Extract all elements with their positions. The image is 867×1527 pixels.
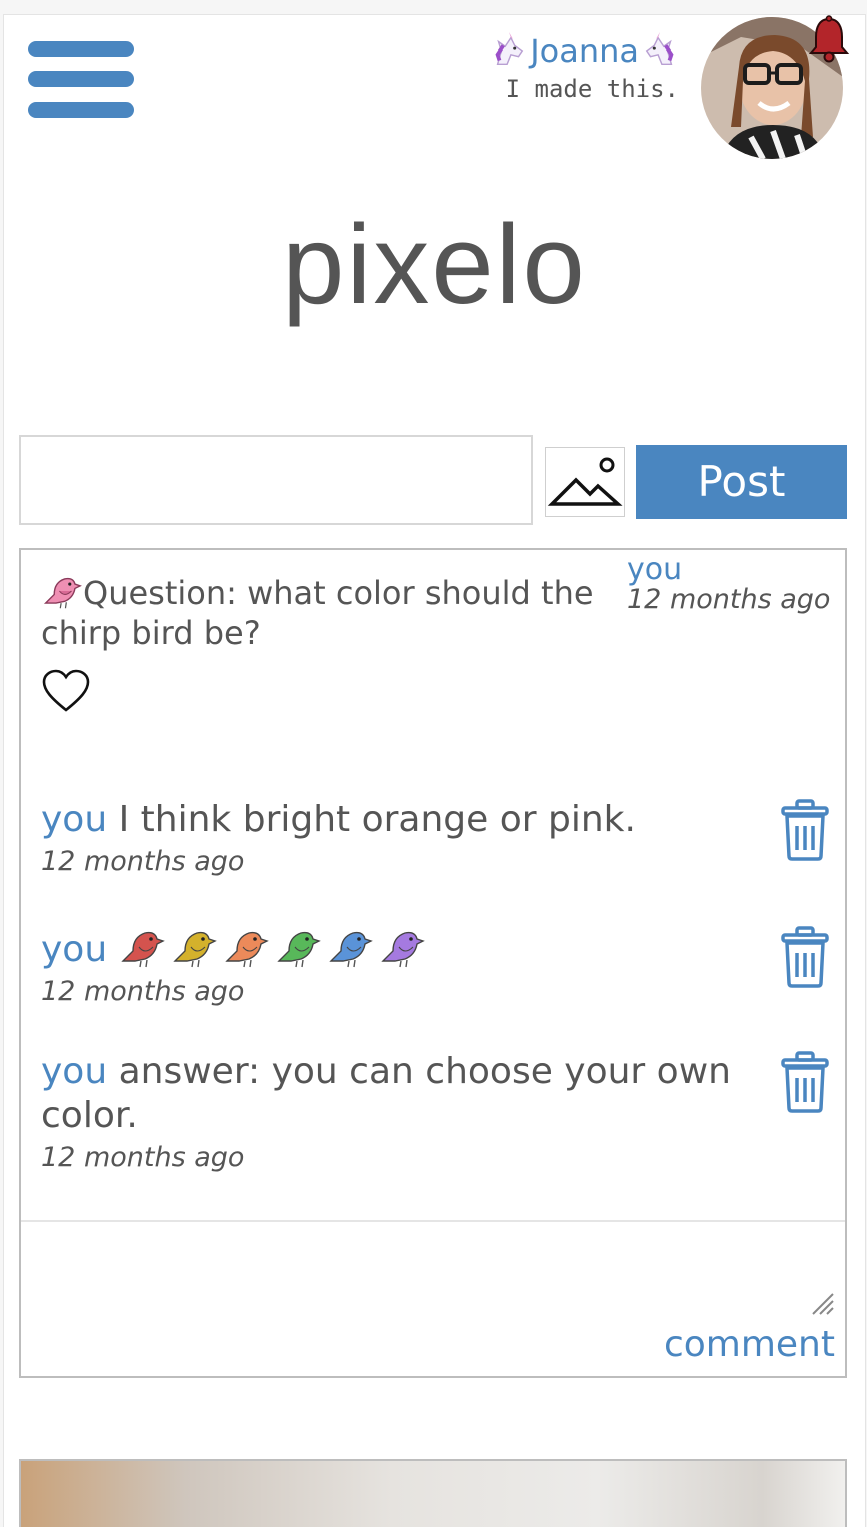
tagline: I made this. bbox=[505, 75, 679, 103]
comment-time: 12 months ago bbox=[41, 1142, 245, 1173]
trash-icon[interactable] bbox=[779, 925, 831, 989]
post-time: 12 months ago bbox=[627, 584, 831, 615]
resize-handle-icon[interactable] bbox=[807, 1288, 835, 1316]
comment-author[interactable]: you bbox=[41, 1051, 107, 1092]
next-post-image bbox=[19, 1459, 847, 1527]
bird-icon bbox=[120, 931, 165, 968]
bird-icon bbox=[328, 931, 373, 968]
app-frame: Joanna I made this. pixelo Post Question… bbox=[3, 14, 866, 1527]
bird-row bbox=[119, 925, 425, 969]
bird-icon bbox=[380, 931, 425, 968]
comment-time: 12 months ago bbox=[41, 976, 245, 1007]
menu-bar bbox=[28, 71, 134, 87]
post-text: Question: what color should the chirp bi… bbox=[41, 572, 601, 653]
post-author[interactable]: you bbox=[627, 552, 682, 587]
post-button[interactable]: Post bbox=[636, 445, 847, 519]
comment-item: you answer: you can choose your own colo… bbox=[41, 1050, 831, 1173]
comment-author[interactable]: you bbox=[41, 799, 107, 840]
comment-text: I think bright orange or pink. bbox=[118, 799, 636, 840]
image-upload-button[interactable] bbox=[545, 447, 625, 517]
comment-item: you I think bright orange or pink. 12 mo… bbox=[41, 798, 831, 877]
post-text-content: Question: what color should the chirp bi… bbox=[41, 574, 594, 652]
unicorn-icon bbox=[645, 32, 674, 66]
menu-bar bbox=[28, 102, 134, 118]
notification-bell-icon[interactable] bbox=[807, 15, 851, 63]
menu-icon[interactable] bbox=[28, 41, 136, 121]
comment-line: you bbox=[41, 925, 761, 972]
bird-icon bbox=[43, 577, 82, 609]
trash-icon[interactable] bbox=[779, 798, 831, 862]
bird-icon bbox=[172, 931, 217, 968]
image-icon bbox=[547, 457, 623, 506]
comment-line: you answer: you can choose your own colo… bbox=[41, 1050, 761, 1138]
bird-icon bbox=[276, 931, 321, 968]
username-text: Joanna bbox=[530, 32, 639, 70]
comment-author[interactable]: you bbox=[41, 929, 107, 970]
bird-icon bbox=[224, 931, 269, 968]
comment-text: answer: you can choose your own color. bbox=[41, 1051, 731, 1136]
comment-line: you I think bright orange or pink. bbox=[41, 798, 761, 842]
unicorn-icon bbox=[495, 32, 524, 66]
post-input[interactable] bbox=[19, 435, 533, 525]
username-row[interactable]: Joanna bbox=[490, 29, 679, 73]
user-info: Joanna I made this. bbox=[490, 29, 679, 103]
post-card: Question: what color should the chirp bi… bbox=[19, 548, 847, 1378]
menu-bar bbox=[28, 41, 134, 57]
trash-icon[interactable] bbox=[779, 1050, 831, 1114]
heart-icon[interactable] bbox=[41, 668, 91, 714]
comment-item: you 12 months ago bbox=[41, 925, 831, 1007]
comment-input[interactable] bbox=[21, 1222, 845, 1322]
app-logo: pixelo bbox=[282, 202, 587, 327]
comment-button[interactable]: comment bbox=[664, 1324, 835, 1365]
comment-time: 12 months ago bbox=[41, 846, 245, 877]
